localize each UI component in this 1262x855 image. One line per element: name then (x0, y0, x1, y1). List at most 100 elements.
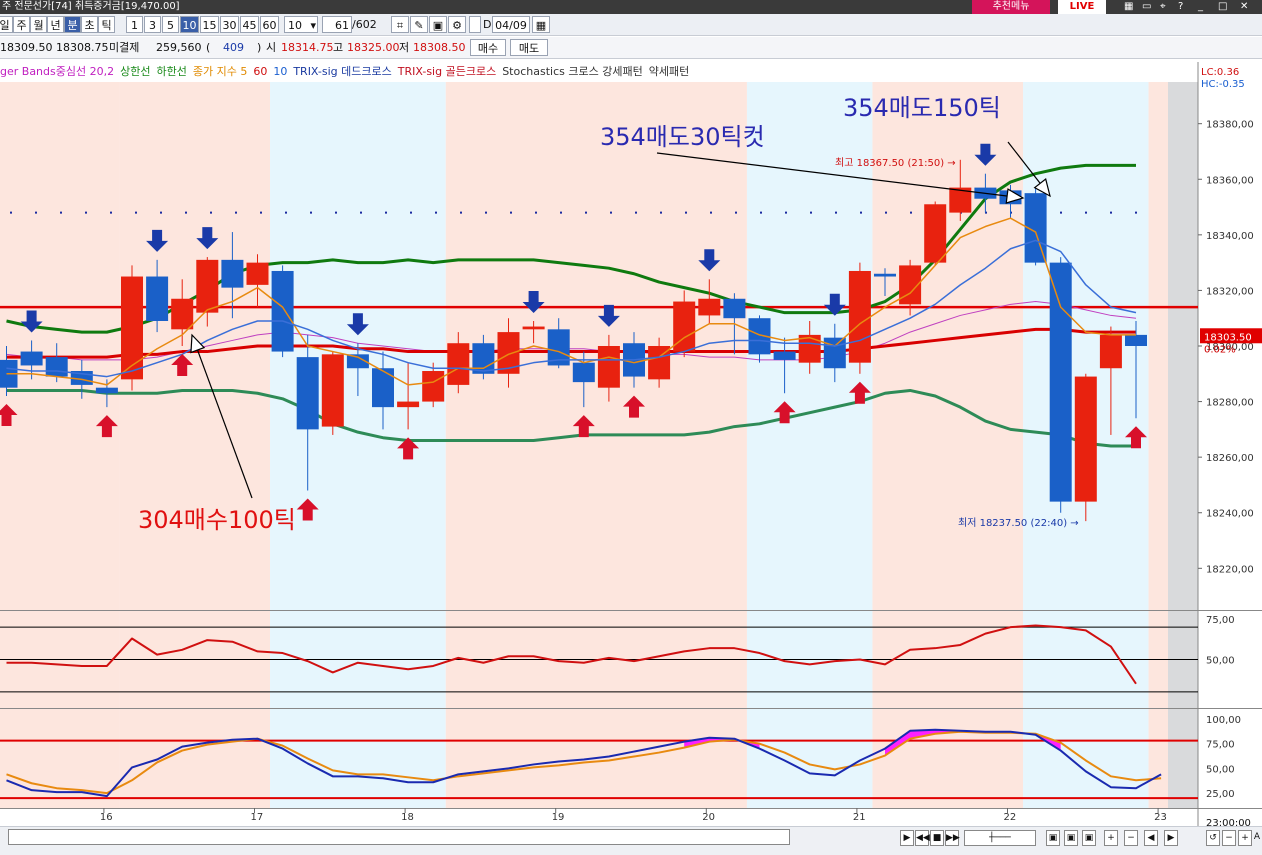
low-marker: 최저 18237.50 (22:40) → (958, 517, 1079, 529)
candle-body (271, 270, 294, 352)
stop-icon[interactable]: ■ (930, 830, 944, 846)
indicator-legend: ger Bands중심선 20,2 상한선 하한선 종가 지수 5 60 10 TRIX-s… (0, 63, 695, 81)
candle-body (95, 387, 118, 394)
session-band (872, 709, 1024, 808)
candle-body (146, 276, 169, 321)
time-tick-label: 23 (1154, 812, 1167, 823)
layout-icon[interactable]: ▣ (1046, 830, 1060, 846)
legend-item[interactable]: 종가 지수 5 (193, 65, 247, 78)
trix-tick-label: 50,00 (1206, 656, 1235, 667)
last-change-label: 0.02% (1204, 344, 1236, 355)
fast-forward-icon[interactable]: ▶▶ (945, 830, 960, 846)
reset-icon[interactable]: ↺ (1206, 830, 1220, 846)
stoch-tick-label: 100,00 (1206, 715, 1241, 726)
speed-slider[interactable]: ┼─── (964, 830, 1036, 846)
layout-icon-2[interactable]: ▣ (1064, 830, 1078, 846)
candle-body (121, 276, 143, 380)
candle-body (196, 259, 219, 313)
session-band (119, 709, 271, 808)
session-band (0, 82, 120, 610)
price-tick-label: 18220,00 (1206, 564, 1254, 575)
buy-note: 304매수100틱 (138, 506, 296, 534)
text-size-icon[interactable]: A (1252, 830, 1262, 846)
candle-body (472, 343, 495, 374)
candle-body (522, 326, 545, 330)
time-tick-label: 21 (853, 812, 866, 823)
session-band (1148, 709, 1168, 808)
trix-tick-label: 75,00 (1206, 615, 1235, 626)
chart-canvas[interactable]: 18220,0018240,0018260,0018280,0018300,00… (0, 0, 1262, 855)
legend-item[interactable]: Stochastics 크로스 강세패턴 (502, 65, 643, 78)
time-tick-label: 20 (702, 812, 715, 823)
price-tick-label: 18360,00 (1206, 175, 1254, 186)
stoch-tick-label: 75,00 (1206, 740, 1235, 751)
candle-body (848, 270, 871, 363)
candle-body (447, 343, 470, 385)
legend-item[interactable]: 60 (253, 65, 267, 78)
scroll-right-icon[interactable]: ▶ (1164, 830, 1178, 846)
time-tick-label: 18 (401, 812, 414, 823)
time-tick-label: 22 (1004, 812, 1017, 823)
price-tick-label: 18260,00 (1206, 453, 1254, 464)
candle-body (246, 262, 269, 285)
last-price-label: 18303.50 (1204, 332, 1252, 343)
session-band (270, 709, 446, 808)
zoom-in-icon[interactable]: + (1104, 830, 1118, 846)
stoch-tick-label: 25,00 (1206, 789, 1235, 800)
price-tick-label: 18340,00 (1206, 231, 1254, 242)
candle-body (296, 357, 319, 430)
candle-body (221, 259, 244, 288)
candle-body (422, 371, 445, 402)
candle-body (1099, 334, 1122, 369)
candle-body (1049, 262, 1072, 502)
rewind-icon[interactable]: ◀◀ (915, 830, 930, 846)
candle-body (924, 204, 947, 263)
legend-item[interactable]: 약세패턴 (649, 65, 689, 78)
candle-body (874, 273, 896, 277)
layout-icon-3[interactable]: ▣ (1082, 830, 1096, 846)
high-marker: 최고 18367.50 (21:50) → (835, 157, 956, 169)
legend-item[interactable]: 상한선 (120, 65, 150, 78)
legend-item[interactable]: ger Bands중심선 20,2 (0, 65, 114, 78)
session-band (746, 709, 873, 808)
sell-note-1: 354매도150틱 (843, 94, 1001, 122)
lc-readout: LC:0.36 (1201, 67, 1239, 78)
zoom-out-icon[interactable]: − (1124, 830, 1138, 846)
candle-body (171, 298, 194, 330)
session-band (1023, 709, 1149, 808)
candle-body (723, 298, 746, 319)
candle-body (1125, 334, 1147, 346)
time-tick-label: 16 (100, 812, 113, 823)
price-tick-label: 18240,00 (1206, 509, 1254, 520)
legend-item[interactable]: TRIX-sig 골든크로스 (398, 65, 496, 78)
price-tick-label: 18380,00 (1206, 120, 1254, 131)
scroll-left-icon[interactable]: ◀ (1144, 830, 1158, 846)
hc-readout: HC:-0.35 (1201, 79, 1245, 90)
candle-body (572, 362, 595, 383)
right-margin (1168, 82, 1198, 808)
candle-body (397, 401, 420, 408)
shrink-icon[interactable]: − (1222, 830, 1236, 846)
legend-item[interactable]: 10 (273, 65, 287, 78)
time-tick-label: 19 (552, 812, 565, 823)
candle-body (698, 298, 721, 316)
price-axis-bg (1198, 62, 1262, 808)
bottom-bar: ▶ ◀◀ ■ ▶▶ ┼─── ▣ ▣ ▣ + − ◀ ▶ 23:00:00 ↺ … (0, 818, 1262, 855)
price-tick-label: 18320,00 (1206, 286, 1254, 297)
candle-body (20, 351, 43, 366)
candle-body (1074, 376, 1097, 502)
candle-body (773, 351, 796, 360)
horizontal-scrollbar[interactable] (8, 829, 790, 845)
stoch-tick-label: 50,00 (1206, 764, 1235, 775)
time-tick-label: 17 (251, 812, 264, 823)
legend-item[interactable]: TRIX-sig 데드크로스 (293, 65, 391, 78)
sell-note-2: 354매도30틱컷 (600, 123, 765, 151)
play-icon[interactable]: ▶ (900, 830, 914, 846)
candle-body (372, 368, 394, 408)
session-band (1148, 82, 1168, 610)
candle-body (823, 337, 846, 369)
candle-body (45, 357, 68, 377)
grow-icon[interactable]: + (1238, 830, 1252, 846)
price-tick-label: 18280,00 (1206, 398, 1254, 409)
legend-item[interactable]: 하한선 (156, 65, 186, 78)
